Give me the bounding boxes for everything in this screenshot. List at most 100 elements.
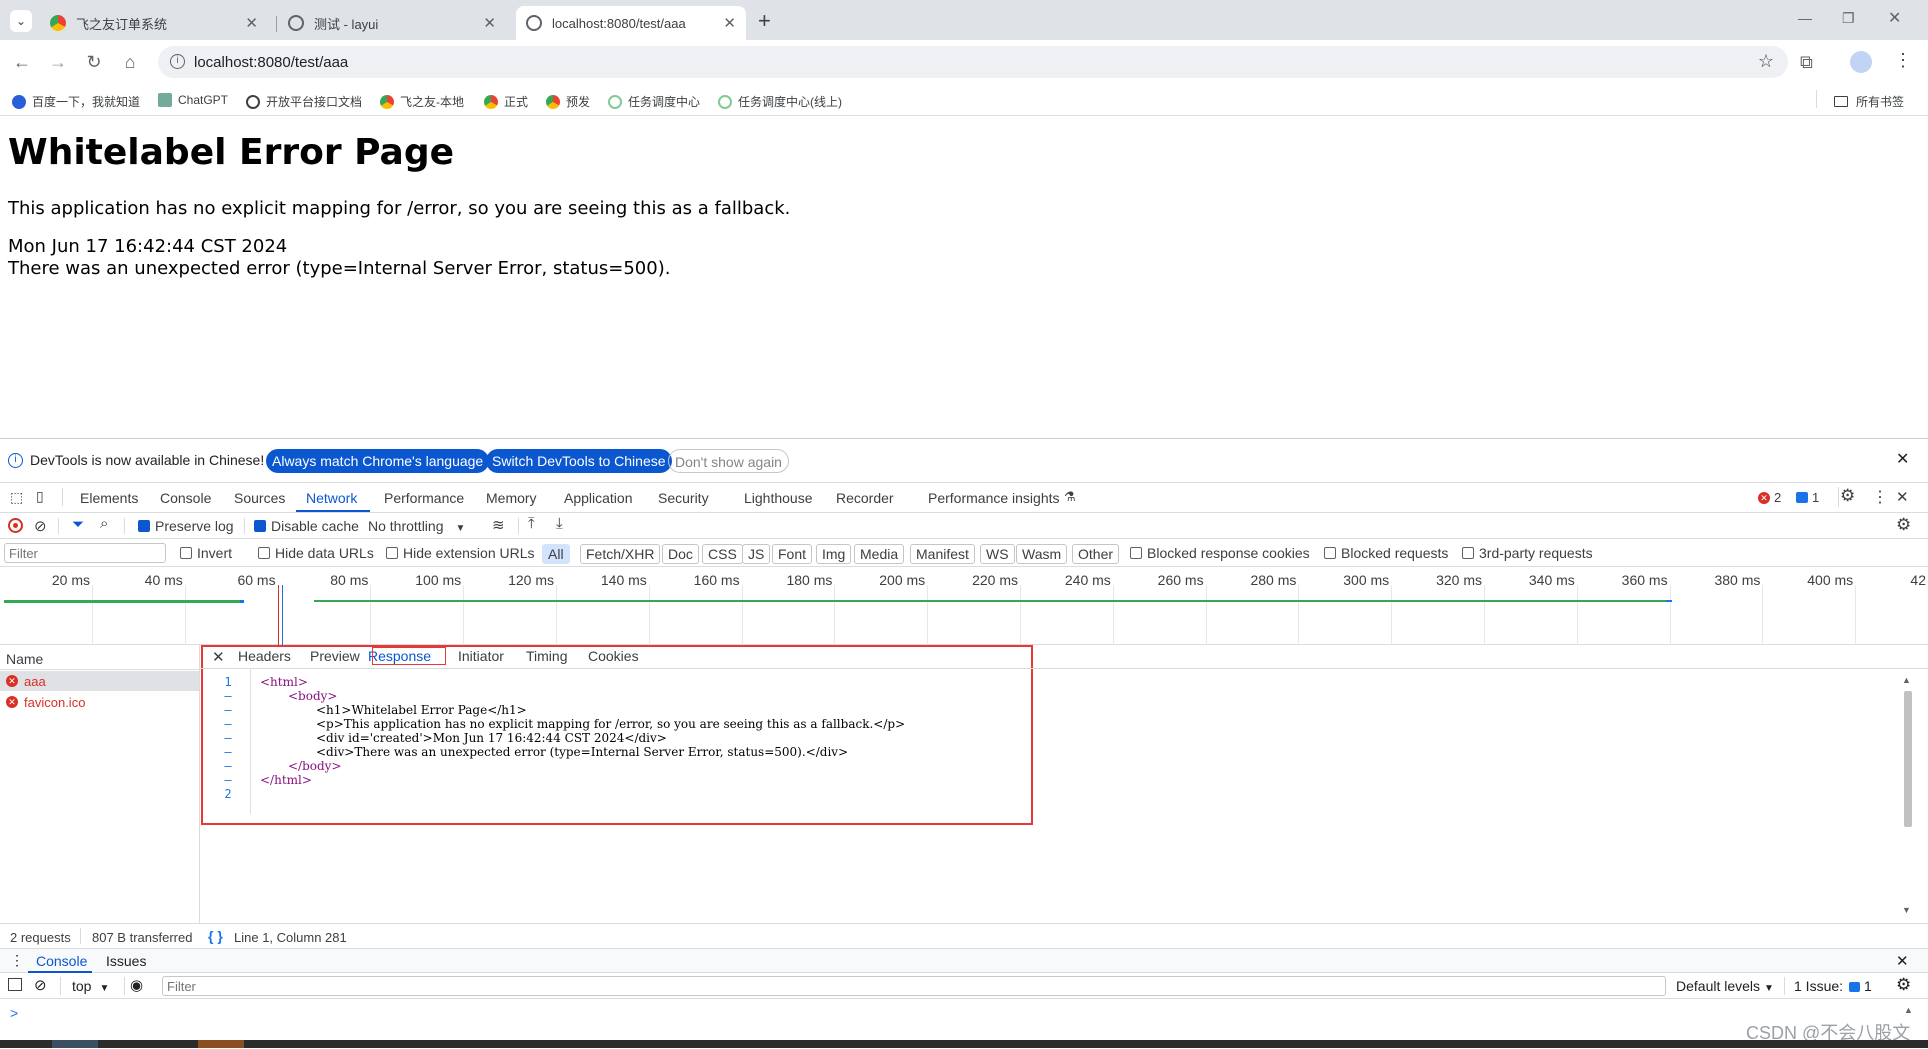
tab-sources[interactable]: Sources bbox=[234, 490, 285, 506]
scroll-down-icon[interactable]: ▼ bbox=[1902, 905, 1911, 915]
new-tab-button[interactable]: + bbox=[758, 8, 771, 34]
disable-cache-checkbox[interactable]: Disable cache bbox=[254, 518, 359, 534]
hide-extension-urls-checkbox[interactable]: Hide extension URLs bbox=[386, 545, 535, 561]
bookmark-item[interactable]: 正式 bbox=[484, 93, 528, 110]
address-bar[interactable]: i localhost:8080/test/aaa ☆ bbox=[158, 46, 1788, 78]
error-count[interactable]: 2 bbox=[1774, 490, 1781, 505]
filter-type-js[interactable]: JS bbox=[742, 544, 771, 564]
tab-performance[interactable]: Performance bbox=[384, 490, 464, 506]
blocked-requests-checkbox[interactable]: Blocked requests bbox=[1324, 545, 1448, 561]
close-tab-icon[interactable]: ✕ bbox=[483, 14, 496, 32]
forward-icon[interactable]: → bbox=[46, 50, 70, 74]
import-har-icon[interactable]: ⤒ bbox=[528, 515, 535, 532]
console-settings-icon[interactable]: ⚙ bbox=[1896, 975, 1911, 995]
tab-console[interactable]: Console bbox=[160, 490, 211, 506]
network-overview-timeline[interactable]: 20 ms 40 ms 60 ms 80 ms 100 ms 120 ms 140 ms 16… bbox=[0, 567, 1928, 645]
filter-type-all[interactable]: All bbox=[542, 544, 570, 564]
profile-avatar[interactable] bbox=[1850, 51, 1872, 73]
hide-data-urls-checkbox[interactable]: Hide data URLs bbox=[258, 545, 374, 561]
invert-checkbox[interactable]: Invert bbox=[180, 545, 232, 561]
request-row[interactable]: ✕ favicon.ico bbox=[0, 692, 199, 712]
tab-layui[interactable]: 测试 - layui ✕ bbox=[278, 6, 506, 40]
record-stop-icon[interactable] bbox=[8, 518, 23, 533]
drawer-menu-icon[interactable]: ⋮ bbox=[10, 952, 24, 969]
network-settings-icon[interactable]: ⚙ bbox=[1896, 515, 1911, 535]
sidebar-toggle-icon[interactable] bbox=[8, 978, 22, 991]
filter-type-fetch-xhr[interactable]: Fetch/XHR bbox=[580, 544, 661, 564]
filter-type-other[interactable]: Other bbox=[1072, 544, 1120, 564]
tab-memory[interactable]: Memory bbox=[486, 490, 537, 506]
filter-type-media[interactable]: Media bbox=[854, 544, 905, 564]
context-select[interactable]: top ▼ bbox=[72, 978, 109, 994]
filter-type-ws[interactable]: WS bbox=[980, 544, 1015, 564]
close-tab-icon[interactable]: ✕ bbox=[245, 14, 258, 32]
network-filter-input[interactable] bbox=[4, 543, 166, 563]
response-viewer[interactable]: 1 – – – – – – – 2 <html> <body> <h1>Whit… bbox=[200, 669, 1928, 899]
close-window-icon[interactable]: ✕ bbox=[1888, 8, 1901, 28]
filter-type-img[interactable]: Img bbox=[816, 544, 852, 564]
tab-localhost[interactable]: localhost:8080/test/aaa ✕ bbox=[516, 6, 746, 40]
log-levels-select[interactable]: Default levels ▼ bbox=[1676, 978, 1774, 994]
details-tab-timing[interactable]: Timing bbox=[526, 648, 568, 664]
scroll-up-icon[interactable]: ▲ bbox=[1902, 675, 1911, 685]
clear-console-icon[interactable]: ⊘ bbox=[34, 976, 47, 994]
tab-security[interactable]: Security bbox=[658, 490, 709, 506]
bookmark-item[interactable]: 百度一下，我就知道 bbox=[12, 93, 140, 110]
bookmark-item[interactable]: 任务调度中心 bbox=[608, 93, 700, 110]
scrollbar-thumb[interactable] bbox=[1904, 691, 1912, 827]
bookmark-item[interactable]: 飞之友-本地 bbox=[380, 93, 464, 110]
filter-type-css[interactable]: CSS bbox=[702, 544, 743, 564]
tab-performance-insights[interactable]: Performance insights bbox=[928, 490, 1060, 506]
throttling-select[interactable]: No throttling ▼ bbox=[368, 518, 465, 534]
filter-type-manifest[interactable]: Manifest bbox=[910, 544, 975, 564]
tab-search-icon[interactable]: ⌄ bbox=[10, 10, 32, 32]
tab-network[interactable]: Network bbox=[306, 490, 357, 506]
scroll-up-icon[interactable]: ▲ bbox=[1904, 1005, 1913, 1015]
home-icon[interactable]: ⌂ bbox=[118, 50, 142, 74]
reload-icon[interactable]: ↻ bbox=[82, 50, 106, 74]
search-icon[interactable]: ⌕ bbox=[100, 515, 108, 532]
settings-gear-icon[interactable]: ⚙ bbox=[1840, 486, 1855, 506]
message-icon[interactable] bbox=[1796, 492, 1808, 503]
back-icon[interactable]: ← bbox=[10, 50, 34, 74]
close-infobar-icon[interactable]: ✕ bbox=[1896, 449, 1909, 469]
taskbar-item[interactable] bbox=[52, 1040, 98, 1048]
tab-lighthouse[interactable]: Lighthouse bbox=[744, 490, 813, 506]
chrome-menu-icon[interactable]: ⋮ bbox=[1894, 50, 1912, 71]
preserve-log-checkbox[interactable]: Preserve log bbox=[138, 518, 234, 534]
extensions-icon[interactable]: ⧉ bbox=[1800, 52, 1813, 73]
third-party-checkbox[interactable]: 3rd-party requests bbox=[1462, 545, 1593, 561]
issues-counter[interactable]: 1 Issue: 1 bbox=[1794, 978, 1872, 994]
console-prompt[interactable]: > bbox=[10, 1005, 18, 1021]
bookmark-item[interactable]: 开放平台接口文档 bbox=[246, 93, 362, 110]
device-toolbar-icon[interactable]: ▯ bbox=[36, 488, 44, 505]
bookmark-item[interactable]: 预发 bbox=[546, 93, 590, 110]
export-har-icon[interactable]: ⤓ bbox=[556, 515, 563, 532]
close-drawer-icon[interactable]: ✕ bbox=[1896, 952, 1909, 970]
vertical-scrollbar[interactable]: ▲ ▼ bbox=[1902, 675, 1914, 919]
tab-recorder[interactable]: Recorder bbox=[836, 490, 894, 506]
filter-funnel-icon[interactable]: ⏷ bbox=[72, 516, 84, 533]
bookmark-star-icon[interactable]: ☆ bbox=[1758, 51, 1774, 72]
blocked-cookies-checkbox[interactable]: Blocked response cookies bbox=[1130, 545, 1310, 561]
site-info-icon[interactable]: i bbox=[170, 54, 185, 69]
bookmark-item[interactable]: ChatGPT bbox=[158, 93, 228, 107]
details-tab-cookies[interactable]: Cookies bbox=[588, 648, 639, 664]
tab-application[interactable]: Application bbox=[564, 490, 633, 506]
close-details-icon[interactable]: ✕ bbox=[212, 648, 225, 666]
match-language-button[interactable]: Always match Chrome's language bbox=[266, 449, 490, 473]
live-expression-eye-icon[interactable]: ◉ bbox=[130, 976, 143, 994]
all-bookmarks[interactable]: 所有书签 bbox=[1834, 93, 1904, 110]
switch-chinese-button[interactable]: Switch DevTools to Chinese bbox=[486, 449, 672, 473]
name-column-header[interactable]: Name bbox=[6, 651, 43, 667]
request-row[interactable]: ✕ aaa bbox=[0, 671, 199, 691]
details-tab-headers[interactable]: Headers bbox=[238, 648, 291, 664]
filter-type-wasm[interactable]: Wasm bbox=[1016, 544, 1068, 564]
bookmark-item[interactable]: 任务调度中心(线上) bbox=[718, 93, 842, 110]
console-filter-input[interactable] bbox=[162, 976, 1666, 996]
close-tab-icon[interactable]: ✕ bbox=[723, 14, 736, 32]
pretty-print-icon[interactable]: { } bbox=[208, 928, 223, 944]
filter-type-doc[interactable]: Doc bbox=[662, 544, 699, 564]
error-icon[interactable]: ✕ bbox=[1758, 492, 1770, 504]
drawer-tab-console[interactable]: Console bbox=[36, 953, 87, 969]
